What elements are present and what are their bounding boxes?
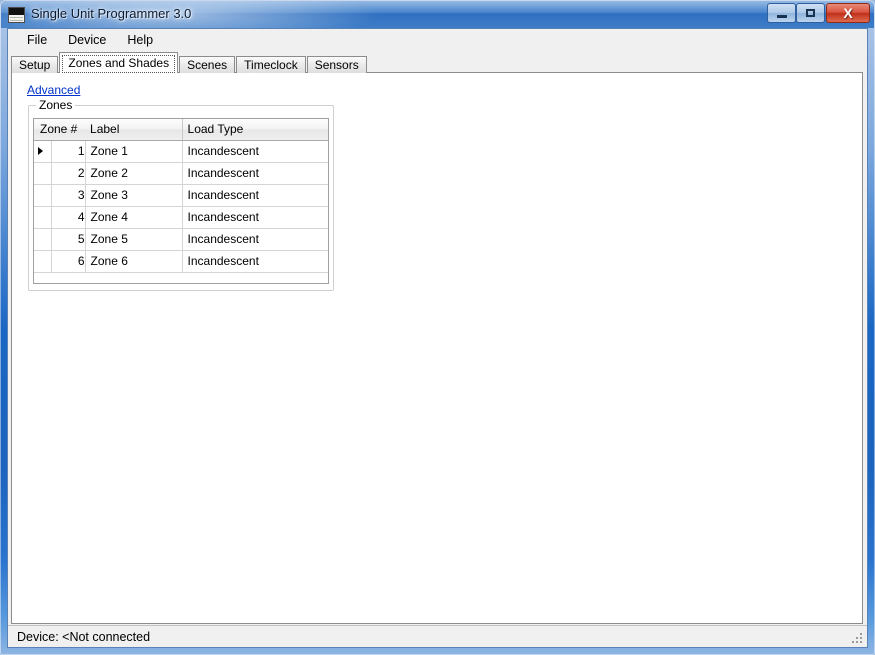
zones-data-grid[interactable]: Zone # Label Load Type 1 Zone 1 Incandesce… bbox=[33, 118, 329, 284]
table-row[interactable]: 2 Zone 2 Incandescent bbox=[34, 162, 328, 185]
app-icon-line-2 bbox=[10, 20, 23, 21]
tab-timeclock[interactable]: Timeclock bbox=[236, 56, 306, 73]
cell-load-type[interactable]: Incandescent bbox=[182, 140, 328, 163]
zones-group-box: Zones Zone # Label Load Type 1 Zone 1 In… bbox=[28, 98, 334, 291]
close-button[interactable]: X bbox=[826, 3, 870, 23]
resize-grip-dot bbox=[860, 633, 862, 635]
menu-item-file[interactable]: File bbox=[17, 30, 58, 50]
minimize-icon bbox=[768, 4, 795, 22]
maximize-icon bbox=[797, 4, 824, 22]
table-row[interactable]: 6 Zone 6 Incandescent bbox=[34, 250, 328, 273]
resize-grip[interactable] bbox=[850, 631, 864, 645]
tab-setup[interactable]: Setup bbox=[11, 56, 59, 73]
table-row[interactable]: 4 Zone 4 Incandescent bbox=[34, 206, 328, 229]
resize-grip-dot bbox=[856, 637, 858, 639]
cell-zone-label[interactable]: Zone 2 bbox=[85, 162, 183, 185]
menu-item-device[interactable]: Device bbox=[58, 30, 117, 50]
tab-strip: Setup Zones and Shades Scenes Timeclock … bbox=[11, 52, 863, 73]
cell-load-type[interactable]: Incandescent bbox=[182, 206, 328, 229]
cell-zone-number[interactable]: 1 bbox=[51, 140, 86, 163]
menu-item-help[interactable]: Help bbox=[117, 30, 164, 50]
app-icon[interactable] bbox=[8, 7, 25, 23]
cell-zone-number[interactable]: 3 bbox=[51, 184, 86, 207]
table-row[interactable]: 3 Zone 3 Incandescent bbox=[34, 184, 328, 207]
cell-zone-label[interactable]: Zone 5 bbox=[85, 228, 183, 251]
table-body: 1 Zone 1 Incandescent 2 Zone 2 Incandescent 3 Z… bbox=[34, 140, 328, 273]
table-header-row: Zone # Label Load Type bbox=[34, 119, 328, 141]
maximize-button[interactable] bbox=[796, 3, 825, 23]
app-icon-line-1 bbox=[10, 17, 23, 18]
advanced-link[interactable]: Advanced bbox=[27, 83, 80, 97]
cell-load-type[interactable]: Incandescent bbox=[182, 250, 328, 273]
table-row[interactable]: 1 Zone 1 Incandescent bbox=[34, 140, 328, 163]
cell-zone-label[interactable]: Zone 6 bbox=[85, 250, 183, 273]
column-header-zone-number-label: Zone # bbox=[40, 122, 78, 137]
cell-zone-label[interactable]: Zone 3 bbox=[85, 184, 183, 207]
cell-zone-number[interactable]: 5 bbox=[51, 228, 86, 251]
table-row[interactable]: 5 Zone 5 Incandescent bbox=[34, 228, 328, 251]
tab-sensors[interactable]: Sensors bbox=[306, 56, 367, 73]
row-header-cell[interactable] bbox=[34, 228, 52, 251]
status-bar: Device: <Not connected bbox=[8, 625, 867, 647]
row-header-cell[interactable] bbox=[34, 250, 52, 273]
zones-group-label: Zones bbox=[36, 98, 76, 112]
cell-load-type[interactable]: Incandescent bbox=[182, 162, 328, 185]
current-row-arrow-icon bbox=[38, 147, 43, 155]
row-header-cell[interactable] bbox=[34, 162, 52, 185]
column-header-label[interactable]: Label bbox=[85, 119, 183, 141]
cell-zone-number[interactable]: 2 bbox=[51, 162, 86, 185]
resize-grip-dot bbox=[860, 637, 862, 639]
window-title: Single Unit Programmer 3.0 bbox=[31, 6, 192, 21]
status-text: Device: <Not connected bbox=[17, 629, 151, 644]
column-header-zone-number[interactable]: Zone # bbox=[34, 119, 86, 141]
cell-zone-number[interactable]: 4 bbox=[51, 206, 86, 229]
zones-table: Zone # Label Load Type 1 Zone 1 Incandesce… bbox=[34, 119, 328, 273]
tab-scenes[interactable]: Scenes bbox=[179, 56, 236, 73]
title-bar[interactable]: Single Unit Programmer 3.0 X bbox=[1, 1, 874, 28]
resize-grip-dot bbox=[860, 641, 862, 643]
tab-page-zones-and-shades: Advanced Zones Zone # Label Load Type 1 … bbox=[11, 72, 863, 624]
row-header-cell[interactable] bbox=[34, 184, 52, 207]
cell-zone-number[interactable]: 6 bbox=[51, 250, 86, 273]
row-header-cell[interactable] bbox=[34, 206, 52, 229]
cell-load-type[interactable]: Incandescent bbox=[182, 184, 328, 207]
resize-grip-dot bbox=[856, 641, 858, 643]
application-window: Single Unit Programmer 3.0 X File Device… bbox=[0, 0, 875, 655]
cell-load-type[interactable]: Incandescent bbox=[182, 228, 328, 251]
menu-bar: File Device Help bbox=[8, 29, 867, 51]
cell-zone-label[interactable]: Zone 4 bbox=[85, 206, 183, 229]
column-header-load-type[interactable]: Load Type bbox=[182, 119, 328, 141]
row-header-cell[interactable] bbox=[34, 140, 52, 163]
app-icon-top bbox=[9, 8, 24, 15]
client-area: File Device Help Setup Zones and Shades … bbox=[7, 28, 868, 648]
minimize-button[interactable] bbox=[767, 3, 796, 23]
tab-zones-and-shades-label: Zones and Shades bbox=[68, 56, 170, 70]
resize-grip-dot bbox=[852, 641, 854, 643]
tab-zones-and-shades[interactable]: Zones and Shades bbox=[59, 52, 179, 73]
cell-zone-label[interactable]: Zone 1 bbox=[85, 140, 183, 163]
close-icon: X bbox=[843, 5, 853, 21]
